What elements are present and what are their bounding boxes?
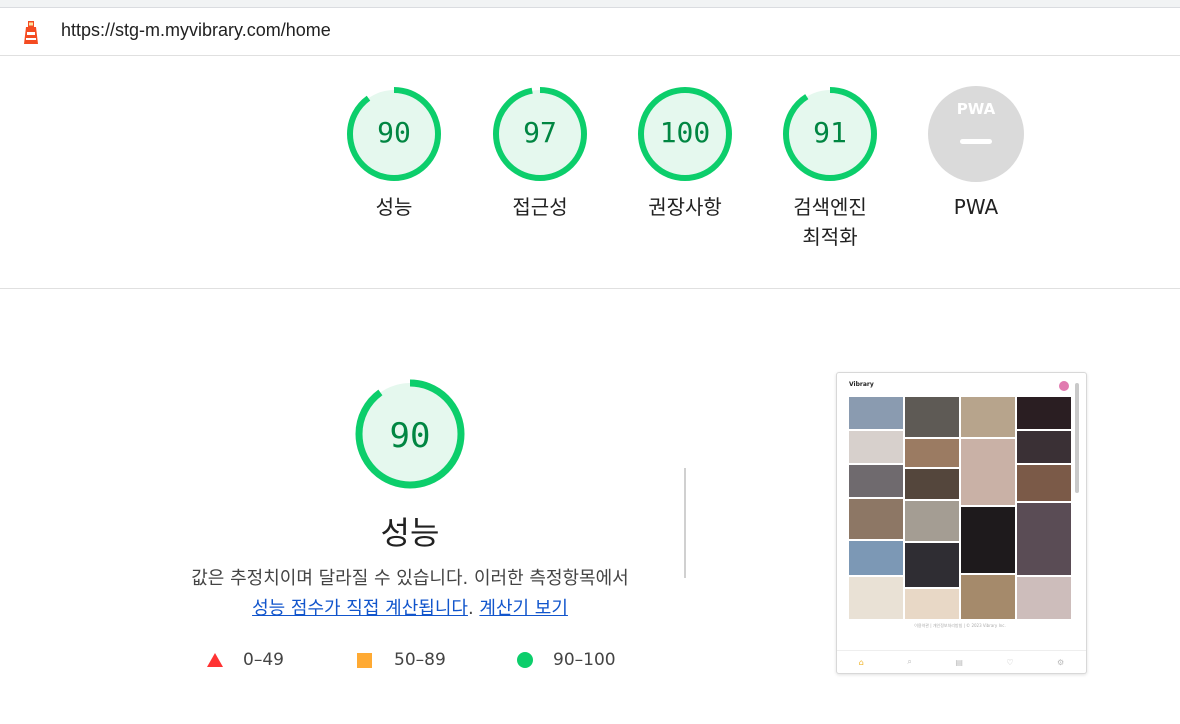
photo-thumbnail xyxy=(849,465,903,497)
photo-thumbnail xyxy=(849,431,903,463)
gauge-score: 97 xyxy=(523,116,557,149)
performance-title: 성능 xyxy=(380,514,440,552)
photo-thumbnail xyxy=(849,541,903,575)
gauge-score: 100 xyxy=(659,116,711,149)
section-divider xyxy=(684,468,686,578)
photo-thumbnail xyxy=(1017,577,1071,619)
photo-thumbnail xyxy=(849,397,903,429)
app-logo: Vibrary xyxy=(849,381,874,388)
legend-range: 50–89 xyxy=(394,650,446,670)
heart-icon[interactable]: ♡ xyxy=(1006,658,1013,667)
square-icon xyxy=(357,652,372,668)
photo-thumbnail xyxy=(961,439,1015,505)
gauge-label: PWA xyxy=(953,195,999,219)
pwa-badge-text: PWA xyxy=(956,100,996,118)
gauge-label: 성능 xyxy=(375,195,413,219)
app-bottom-nav: ⌂ ⌕ ▤ ♡ ⚙ xyxy=(837,650,1086,673)
photo-thumbnail xyxy=(905,397,959,437)
gauge-score: 91 xyxy=(813,116,847,149)
photo-thumbnail xyxy=(961,507,1015,573)
triangle-icon xyxy=(207,653,223,667)
scrollbar xyxy=(1075,383,1079,493)
performance-description: 값은 추정치이며 달라질 수 있습니다. 이러한 측정항목에서 성능 점수가 직… xyxy=(120,564,700,624)
photo-thumbnail xyxy=(905,543,959,587)
legend-range: 0–49 xyxy=(243,650,284,670)
photo-thumbnail xyxy=(1017,431,1071,463)
library-icon[interactable]: ▤ xyxy=(955,658,963,667)
search-icon[interactable]: ⌕ xyxy=(907,657,911,667)
performance-score: 90 xyxy=(389,416,431,456)
lighthouse-icon xyxy=(24,21,38,44)
photo-thumbnail xyxy=(961,397,1015,437)
gauge-pwa[interactable]: PWA PWA xyxy=(916,86,1036,222)
final-screenshot[interactable]: Vibrary 이용약관 | 개인정보처리방침 | © 2023 Vibrary… xyxy=(836,372,1087,674)
legend-pass: 90–100 xyxy=(517,650,616,670)
photo-thumbnail xyxy=(849,499,903,539)
circle-icon xyxy=(517,652,533,668)
legend-average: 50–89 xyxy=(357,650,446,670)
gauge-label: 검색엔진 최적화 xyxy=(793,195,867,249)
photo-thumbnail xyxy=(961,575,1015,619)
gauge-best-practices[interactable]: 100 권장사항 xyxy=(625,86,745,222)
browser-top-edge xyxy=(0,0,1180,8)
photo-thumbnail xyxy=(905,589,959,619)
page-url[interactable]: https://stg-m.myvibrary.com/home xyxy=(61,20,331,41)
gauge-score: 90 xyxy=(377,116,411,149)
photo-thumbnail xyxy=(905,469,959,499)
photo-thumbnail xyxy=(905,439,959,467)
category-gauges: 90 성능 97 접근성 100 권장사항 91 검색엔진 최적화 PWA PW… xyxy=(0,56,1180,289)
photo-thumbnail xyxy=(1017,397,1071,429)
photo-grid xyxy=(849,397,1071,619)
photo-thumbnail xyxy=(849,577,903,619)
home-icon[interactable]: ⌂ xyxy=(859,658,864,667)
legend-range: 90–100 xyxy=(553,650,616,670)
photo-thumbnail xyxy=(905,501,959,541)
gauge-label: 권장사항 xyxy=(648,195,722,219)
gauge-performance[interactable]: 90 성능 xyxy=(334,86,454,222)
legend-fail: 0–49 xyxy=(207,650,284,670)
score-calc-link[interactable]: 성능 점수가 직접 계산됩니다 xyxy=(252,598,468,619)
url-bar: https://stg-m.myvibrary.com/home xyxy=(0,8,1180,56)
settings-icon[interactable]: ⚙ xyxy=(1057,658,1064,667)
gauge-seo[interactable]: 91 검색엔진 최적화 xyxy=(770,86,890,252)
desc-text: 값은 추정치이며 달라질 수 있습니다. 이러한 측정항목에서 xyxy=(191,568,629,589)
gauge-accessibility[interactable]: 97 접근성 xyxy=(480,86,600,222)
desc-sep: . xyxy=(467,598,480,619)
gauge-label: 접근성 xyxy=(512,195,568,219)
app-footer: 이용약관 | 개인정보처리방침 | © 2023 Vibrary Inc. xyxy=(914,623,1006,628)
avatar xyxy=(1059,381,1069,391)
photo-thumbnail xyxy=(1017,503,1071,575)
photo-thumbnail xyxy=(1017,465,1071,501)
calculator-link[interactable]: 계산기 보기 xyxy=(479,598,568,619)
